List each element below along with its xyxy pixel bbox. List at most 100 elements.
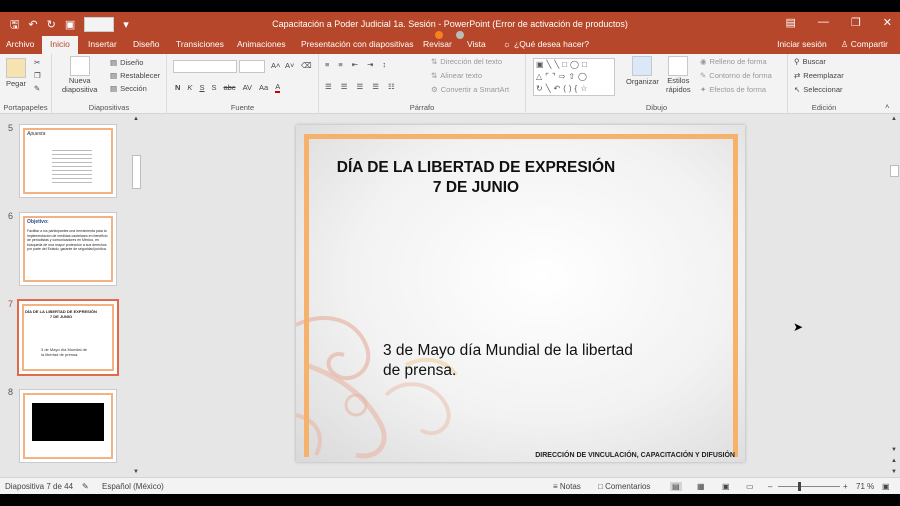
numbering-icon[interactable]: ≡ <box>338 60 342 69</box>
select-label: Seleccionar <box>803 85 843 94</box>
format-painter-icon[interactable]: ✎ <box>34 84 40 93</box>
reset-button[interactable]: ▤ Restablecer <box>110 71 160 80</box>
window-title: Capacitación a Poder Judicial 1a. Sesión… <box>272 19 628 29</box>
cursor-icon: ↖ <box>794 85 801 94</box>
font-format-buttons: N K S S abc AV Aa A <box>175 82 281 93</box>
justify-icon[interactable]: ☰ <box>372 82 379 91</box>
tab-animaciones[interactable]: Animaciones <box>237 39 286 49</box>
quick-styles-button[interactable]: Estilos rápidos <box>666 56 691 94</box>
change-case-button[interactable]: Aa <box>259 83 268 92</box>
find-button[interactable]: ⚲ Buscar <box>794 57 826 66</box>
zoom-in-icon[interactable]: + <box>843 482 848 491</box>
reading-view-icon[interactable]: ▣ <box>722 482 730 491</box>
slide-title[interactable]: DÍA DE LA LIBERTAD DE EXPRESIÓN 7 DE JUN… <box>306 158 646 198</box>
group-fuente: A˄ A˅ ⌫ N K S S abc AV Aa A Fuente <box>167 54 319 114</box>
slide-sorter-icon[interactable]: ▦ <box>697 482 705 491</box>
font-size-field[interactable] <box>239 60 265 73</box>
cut-icon[interactable]: ✂ <box>34 58 40 67</box>
font-color-button[interactable]: A <box>275 82 281 93</box>
font-name-field[interactable] <box>173 60 237 73</box>
tab-revisar[interactable]: Revisar <box>423 39 452 49</box>
bold-button[interactable]: N <box>175 83 180 92</box>
new-slide-icon <box>69 56 90 76</box>
tab-insertar[interactable]: Insertar <box>88 39 117 49</box>
editor-scrollbar[interactable]: ▲ ▼ ▲ ▼ <box>889 115 900 477</box>
tab-inicio[interactable]: Inicio <box>42 36 78 54</box>
ribbon-display-options-icon[interactable]: ▤ <box>786 16 796 29</box>
align-text-button[interactable]: ⇅ Alinear texto <box>431 71 482 80</box>
tab-presentacion[interactable]: Presentación con diapositivas <box>301 39 413 49</box>
restore-icon[interactable]: ❐ <box>851 16 861 29</box>
align-left-icon[interactable]: ☰ <box>325 82 332 91</box>
previous-slide-icon[interactable]: ▲ <box>891 458 897 464</box>
thumbnails-scrollbar[interactable]: ▲ ▼ <box>131 115 142 477</box>
comments-button[interactable]: □ Comentarios <box>598 482 650 491</box>
fit-slide-icon[interactable]: ▣ <box>882 482 890 491</box>
close-icon[interactable]: ✕ <box>883 16 892 29</box>
underline-button[interactable]: S <box>199 83 204 92</box>
zoom-slider-knob[interactable] <box>798 482 801 491</box>
notes-button[interactable]: ≡ Notas <box>553 482 581 491</box>
scroll-down-arrow-icon[interactable]: ▼ <box>891 447 897 453</box>
thumbnails-scroll-thumb[interactable] <box>132 155 141 189</box>
language-indicator[interactable]: Español (México) <box>102 482 164 491</box>
pen-icon: ✎ <box>700 71 707 80</box>
arrange-label: Organizar <box>626 77 659 86</box>
paste-button[interactable]: Pegar <box>6 58 26 88</box>
italic-button[interactable]: K <box>187 83 192 92</box>
collapse-ribbon-icon[interactable]: ˄ <box>885 102 889 111</box>
shapes-gallery[interactable]: ▣╲╲□◯□ △⌜⌝⇨⇧◯ ↻╲↶(){☆ <box>533 58 615 96</box>
share-button[interactable]: ♙ Compartir <box>841 39 888 50</box>
scroll-up-arrow-icon[interactable]: ▲ <box>133 116 139 122</box>
scroll-up-arrow-icon[interactable]: ▲ <box>891 116 897 122</box>
arrange-button[interactable]: Organizar <box>626 56 659 86</box>
smartart-button[interactable]: ⚙ Convertir a SmartArt <box>431 85 509 94</box>
bullets-icon[interactable]: ≡ <box>325 60 329 69</box>
tell-me-box[interactable]: ¿Qué desea hacer? <box>514 39 589 49</box>
smartart-icon: ⚙ <box>431 85 438 94</box>
section-button[interactable]: ▤ Sección <box>110 84 147 93</box>
current-slide[interactable]: DÍA DE LA LIBERTAD DE EXPRESIÓN 7 DE JUN… <box>296 125 745 462</box>
tab-diseno[interactable]: Diseño <box>133 39 159 49</box>
zoom-slider[interactable] <box>778 482 840 491</box>
layout-button[interactable]: ▤ Diseño <box>110 58 143 67</box>
spacing-button[interactable]: AV <box>243 83 252 92</box>
copy-icon[interactable]: ❐ <box>34 71 41 80</box>
align-right-icon[interactable]: ☰ <box>356 82 363 91</box>
shrink-font-icon[interactable]: A˅ <box>285 61 294 70</box>
shape-effects-button[interactable]: ✦ Efectos de forma <box>700 85 766 94</box>
minimize-icon[interactable]: — <box>818 16 829 29</box>
slide-thumbnail-6[interactable]: Objetivo: Facilitar a los participantes … <box>19 212 117 286</box>
columns-icon[interactable]: ☷ <box>388 82 395 91</box>
shape-outline-button[interactable]: ✎ Contorno de forma <box>700 71 772 80</box>
text-direction-button[interactable]: ⇅ Dirección del texto <box>431 57 502 66</box>
align-center-icon[interactable]: ☰ <box>341 82 348 91</box>
slide-thumbnail-8[interactable] <box>19 389 117 463</box>
select-button[interactable]: ↖ Seleccionar <box>794 85 843 94</box>
shadow-button[interactable]: S <box>211 83 216 92</box>
zoom-out-icon[interactable]: – <box>768 482 772 491</box>
spellcheck-icon[interactable]: ✎ <box>82 482 89 491</box>
replace-button[interactable]: ⇄ Reemplazar <box>794 71 844 80</box>
grow-font-icon[interactable]: A˄ <box>271 61 280 70</box>
strikethrough-button[interactable]: abc <box>223 83 235 92</box>
zoom-level[interactable]: 71 % <box>856 482 874 491</box>
clear-format-icon[interactable]: ⌫ <box>301 61 312 70</box>
scroll-down-arrow-icon[interactable]: ▼ <box>133 469 139 475</box>
normal-view-icon[interactable]: ▤ <box>670 482 682 491</box>
shape-fill-button[interactable]: ◉ Relleno de forma <box>700 57 767 66</box>
slideshow-icon[interactable]: ▭ <box>746 482 754 491</box>
slide-body-text[interactable]: 3 de Mayo día Mundial de la libertad de … <box>383 341 643 381</box>
new-slide-button[interactable]: Nueva diapositiva <box>62 56 97 94</box>
tab-archivo[interactable]: Archivo <box>6 39 34 49</box>
next-slide-icon[interactable]: ▼ <box>891 469 897 475</box>
slide-thumbnail-7[interactable]: DÍA DE LA LIBERTAD DE EXPRESIÓN 7 DE JUN… <box>17 299 119 376</box>
line-spacing-icon[interactable]: ↕ <box>382 60 386 69</box>
increase-indent-icon[interactable]: ⇥ <box>367 60 373 69</box>
slide-thumbnail-5[interactable]: Apuesta <box>19 124 117 198</box>
signin-link[interactable]: Iniciar sesión <box>777 39 827 50</box>
tab-vista[interactable]: Vista <box>467 39 486 49</box>
editor-scroll-thumb[interactable] <box>890 165 899 177</box>
tab-transiciones[interactable]: Transiciones <box>176 39 224 49</box>
decrease-indent-icon[interactable]: ⇤ <box>352 60 358 69</box>
